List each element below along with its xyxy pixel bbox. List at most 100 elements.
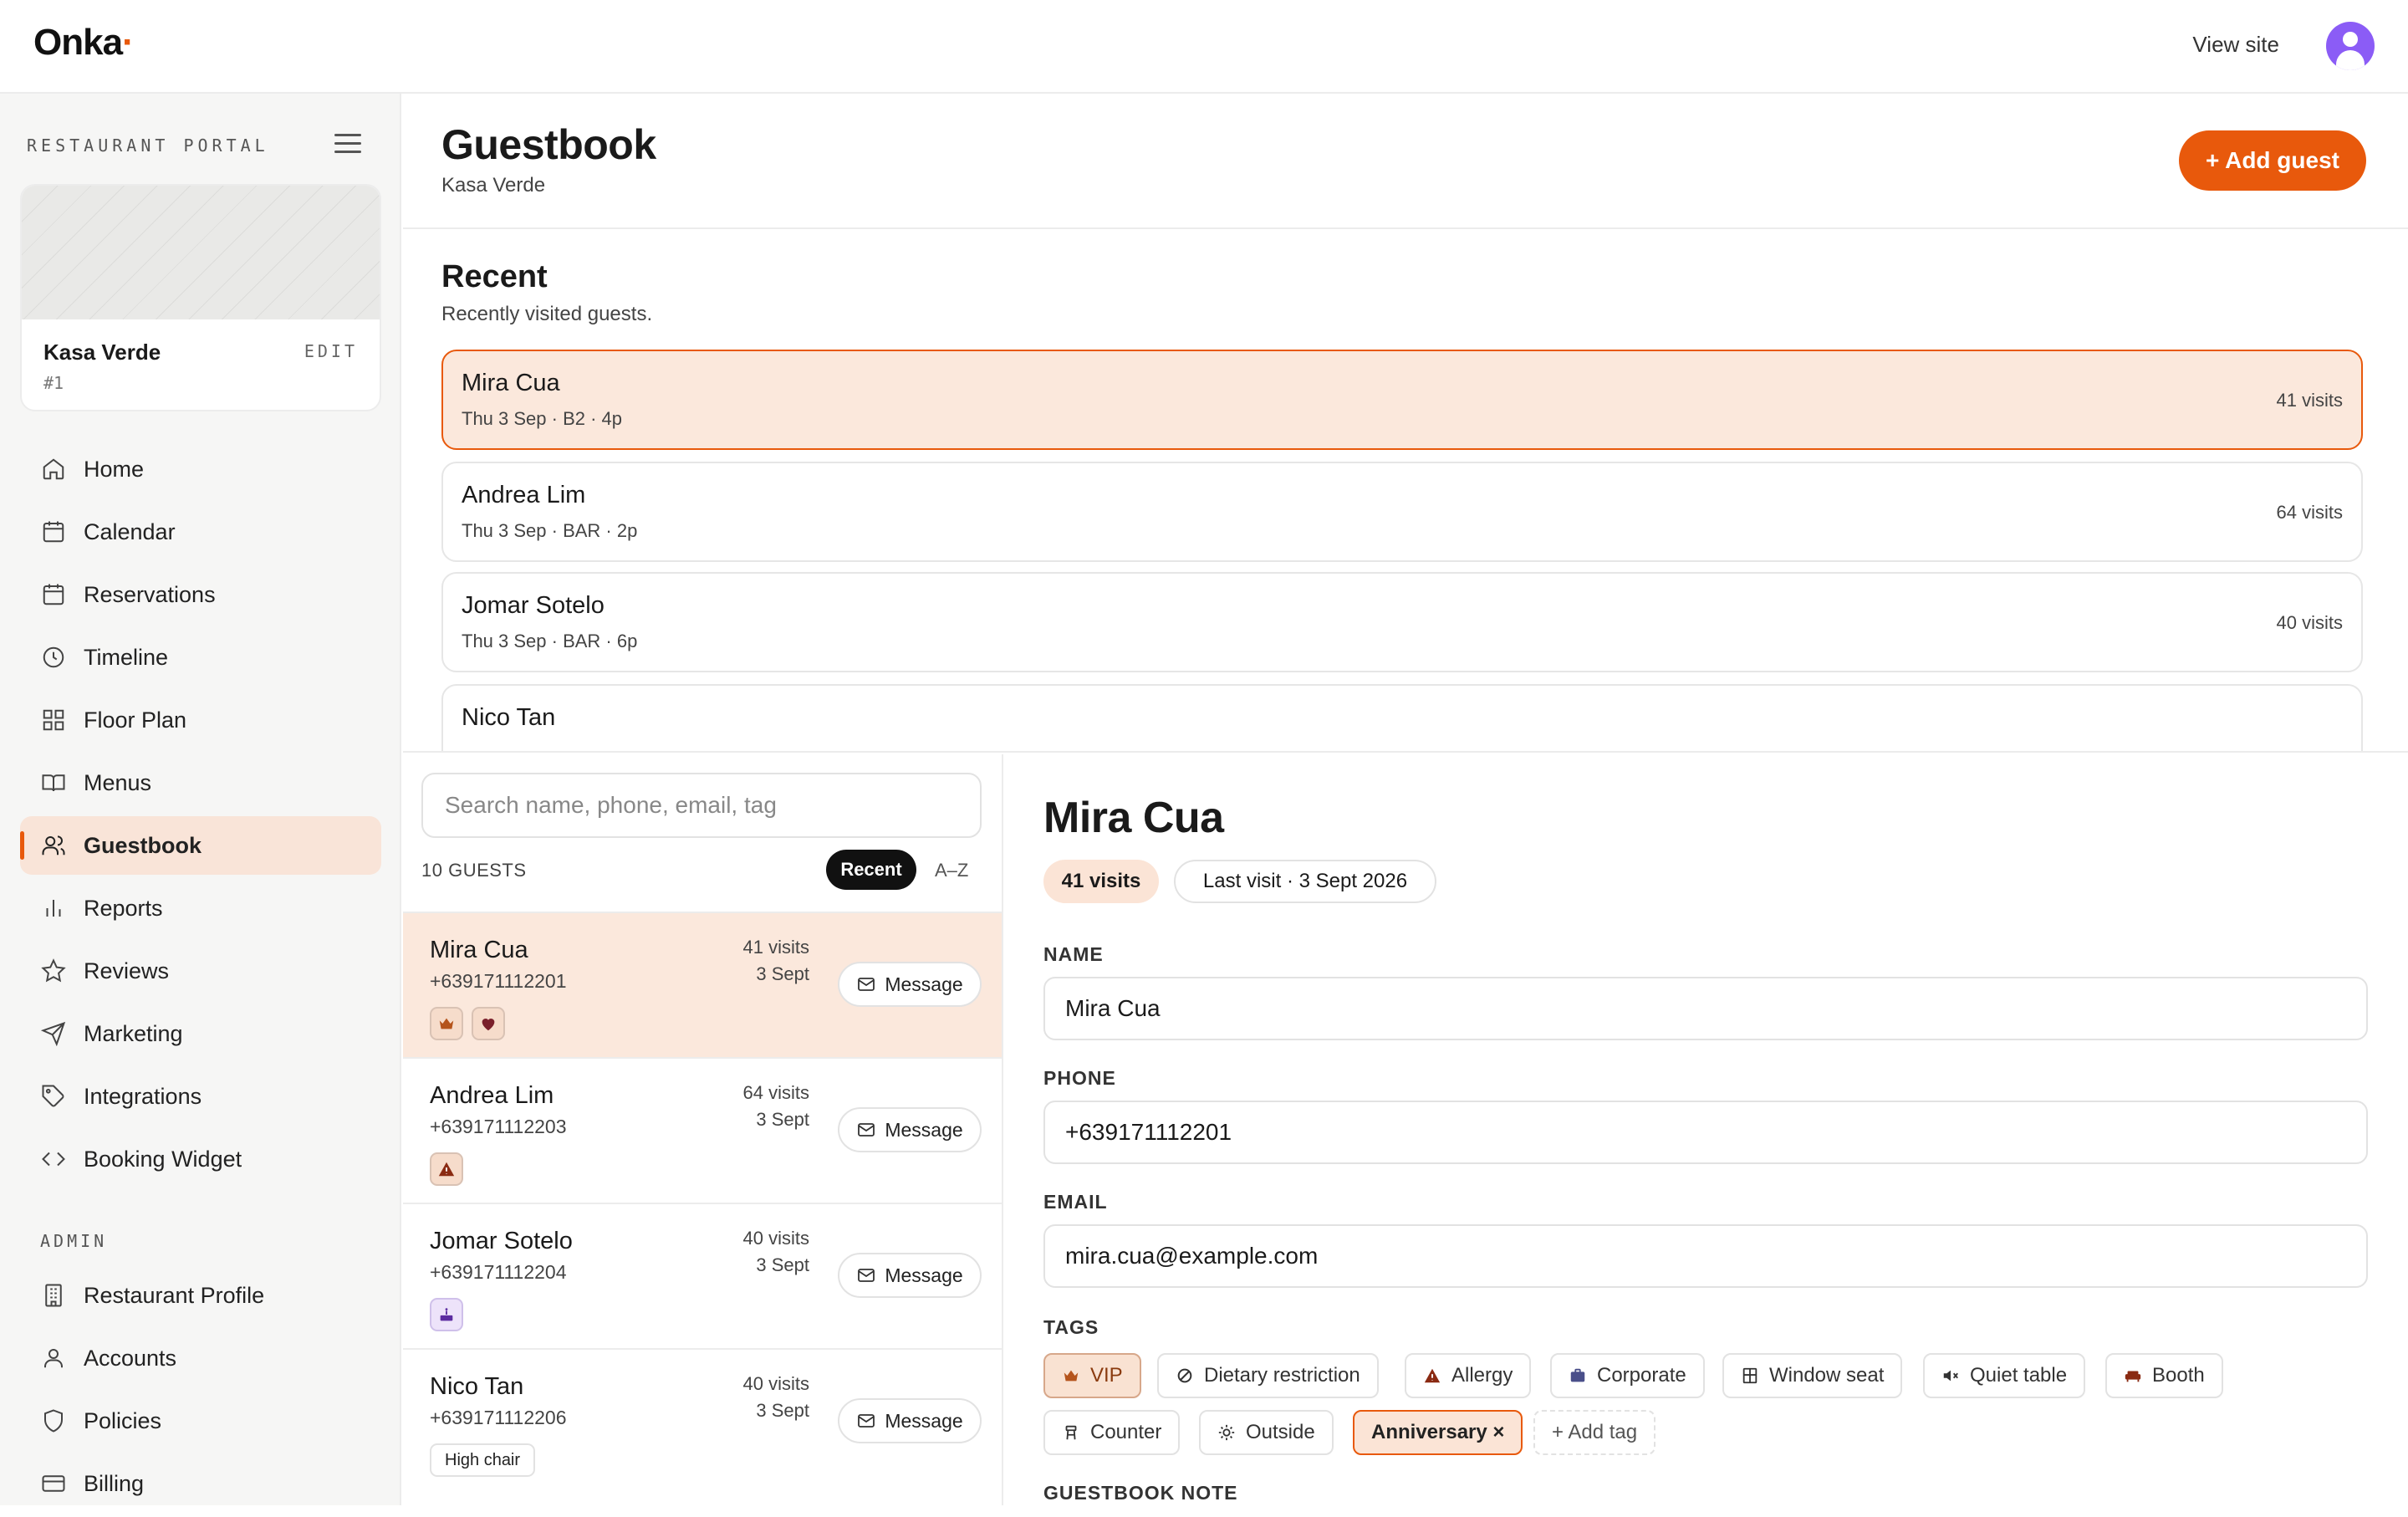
tag-label: Counter — [1090, 1421, 1162, 1443]
sidebar-item-booking-widget[interactable]: Booking Widget — [20, 1130, 381, 1188]
recent-guest-card[interactable]: Mira Cua Thu 3 Sep · B2 · 4p 41 visits — [441, 350, 2363, 450]
tag-dietary-restriction[interactable]: Dietary restriction — [1157, 1353, 1379, 1398]
warning-icon — [1423, 1366, 1441, 1385]
tag-label: Outside — [1246, 1421, 1315, 1443]
view-site-link[interactable]: View site — [2192, 32, 2279, 58]
restaurant-card[interactable]: Kasa Verde EDIT #1 — [20, 184, 381, 411]
tag-window-seat[interactable]: Window seat — [1722, 1353, 1903, 1398]
tag-label: Anniversary × — [1371, 1421, 1505, 1443]
message-label: Message — [885, 1118, 963, 1141]
email-field[interactable] — [1043, 1224, 2368, 1288]
add-tag-button[interactable]: + Add tag — [1533, 1410, 1656, 1455]
guest-phone: +639171112206 — [430, 1407, 567, 1428]
page-header: Guestbook Kasa Verde + Add guest — [403, 94, 2408, 229]
sidebar-item-marketing[interactable]: Marketing — [20, 1004, 381, 1063]
sidebar-item-home[interactable]: Home — [20, 440, 381, 498]
user-avatar[interactable] — [2326, 22, 2375, 70]
restaurant-edit-link[interactable]: EDIT — [304, 341, 358, 361]
guest-count: 10 GUESTS — [421, 860, 527, 881]
crown-icon — [1062, 1366, 1080, 1385]
guest-detail-name: Mira Cua — [1043, 794, 1224, 842]
recent-guest-card[interactable]: Nico Tan — [441, 684, 2363, 751]
admin-section-label: ADMIN — [40, 1231, 108, 1251]
message-button[interactable]: Message — [838, 1107, 982, 1152]
phone-field[interactable] — [1043, 1101, 2368, 1164]
tag-allergy[interactable]: Allergy — [1405, 1353, 1532, 1398]
sidebar-item-calendar[interactable]: Calendar — [20, 503, 381, 561]
calendar-icon — [40, 581, 67, 608]
menu-toggle-icon[interactable] — [334, 134, 361, 156]
mail-icon — [858, 1123, 875, 1136]
sidebar-item-reviews[interactable]: Reviews — [20, 942, 381, 1000]
recent-guest-name: Jomar Sotelo — [462, 592, 605, 619]
recent-guest-name: Nico Tan — [462, 704, 556, 731]
guest-search-input[interactable] — [421, 773, 982, 838]
tag-counter[interactable]: Counter — [1043, 1410, 1181, 1455]
guest-last-date: 3 Sept — [756, 1254, 809, 1275]
guest-phone: +639171112204 — [430, 1261, 567, 1283]
guest-detail-pane: Mira Cua 41 visits Last visit · 3 Sept 2… — [1005, 754, 2408, 1505]
sidebar-item-label: Restaurant Profile — [84, 1282, 265, 1308]
sidebar-item-accounts[interactable]: Accounts — [20, 1329, 381, 1387]
stool-icon — [1062, 1423, 1080, 1442]
sidebar-item-billing[interactable]: Billing — [20, 1454, 381, 1513]
guest-row[interactable]: Andrea Lim +639171112203 64 visits 3 Sep… — [403, 1057, 1002, 1203]
sidebar-item-label: Booking Widget — [84, 1146, 242, 1172]
name-field[interactable] — [1043, 977, 2368, 1040]
message-button[interactable]: Message — [838, 1253, 982, 1298]
guest-visits: 40 visits — [742, 1373, 809, 1394]
star-icon — [40, 958, 67, 984]
sidebar-item-menus[interactable]: Menus — [20, 753, 381, 812]
sofa-icon — [2124, 1366, 2142, 1385]
tag-anniversary[interactable]: Anniversary × — [1353, 1410, 1523, 1455]
guest-phone: +639171112203 — [430, 1116, 567, 1137]
message-label: Message — [885, 1264, 963, 1286]
message-button[interactable]: Message — [838, 962, 982, 1007]
page-title: Guestbook — [441, 121, 656, 168]
tag-quiet-table[interactable]: Quiet table — [1923, 1353, 2086, 1398]
recent-guest-card[interactable]: Andrea Lim Thu 3 Sep · BAR · 2p 64 visit… — [441, 462, 2363, 562]
guest-phone: +639171112201 — [430, 970, 567, 992]
recent-guest-detail: Thu 3 Sep · B2 · 4p — [462, 408, 622, 429]
tag-booth[interactable]: Booth — [2105, 1353, 2223, 1398]
restaurant-name: Kasa Verde — [43, 340, 161, 365]
sidebar-item-integrations[interactable]: Integrations — [20, 1067, 381, 1126]
sidebar-item-restaurant-profile[interactable]: Restaurant Profile — [20, 1266, 381, 1325]
message-button[interactable]: Message — [838, 1398, 982, 1443]
cake-icon — [430, 1298, 463, 1331]
sidebar: RESTAURANT PORTAL Kasa Verde EDIT #1 Hom… — [0, 94, 401, 1505]
sidebar-item-label: Calendar — [84, 518, 176, 544]
sidebar-item-label: Guestbook — [84, 832, 202, 858]
add-guest-button[interactable]: + Add guest — [2179, 130, 2366, 191]
tag-vip[interactable]: VIP — [1043, 1353, 1141, 1398]
recent-guest-card[interactable]: Jomar Sotelo Thu 3 Sep · BAR · 6p 40 vis… — [441, 572, 2363, 672]
guest-name: Andrea Lim — [430, 1082, 554, 1109]
guest-row[interactable]: Mira Cua +639171112201 41 visits 3 Sept … — [403, 912, 1002, 1057]
restaurant-id: #1 — [43, 373, 64, 393]
sidebar-item-label: Policies — [84, 1407, 162, 1433]
heart-icon — [472, 1007, 505, 1040]
tag-label: Window seat — [1769, 1364, 1885, 1387]
sort-az-button[interactable]: A–Z — [935, 860, 968, 881]
app-logo[interactable]: Onka· — [33, 22, 135, 64]
guest-row[interactable]: Jomar Sotelo +639171112204 40 visits 3 S… — [403, 1203, 1002, 1348]
sidebar-item-policies[interactable]: Policies — [20, 1392, 381, 1450]
restaurant-image-placeholder — [22, 186, 380, 319]
phone-label: PHONE — [1043, 1067, 1116, 1089]
sidebar-item-reports[interactable]: Reports — [20, 879, 381, 937]
tag-icon — [40, 1083, 67, 1110]
tag-outside[interactable]: Outside — [1199, 1410, 1334, 1455]
guest-last-date: 3 Sept — [756, 1400, 809, 1421]
sidebar-item-guestbook[interactable]: Guestbook — [20, 816, 381, 875]
tag-corporate[interactable]: Corporate — [1550, 1353, 1705, 1398]
sidebar-item-reservations[interactable]: Reservations — [20, 565, 381, 624]
briefcase-icon — [1569, 1366, 1587, 1385]
sidebar-item-floor-plan[interactable]: Floor Plan — [20, 691, 381, 749]
sort-recent-button[interactable]: Recent — [826, 850, 916, 890]
sidebar-item-label: Reviews — [84, 958, 170, 983]
bar-chart-icon — [40, 895, 67, 922]
sidebar-item-label: Timeline — [84, 644, 169, 670]
guest-row[interactable]: Nico Tan +639171112206 40 visits 3 Sept … — [403, 1348, 1002, 1494]
sidebar-item-timeline[interactable]: Timeline — [20, 628, 381, 687]
sidebar-item-label: Reservations — [84, 581, 216, 607]
